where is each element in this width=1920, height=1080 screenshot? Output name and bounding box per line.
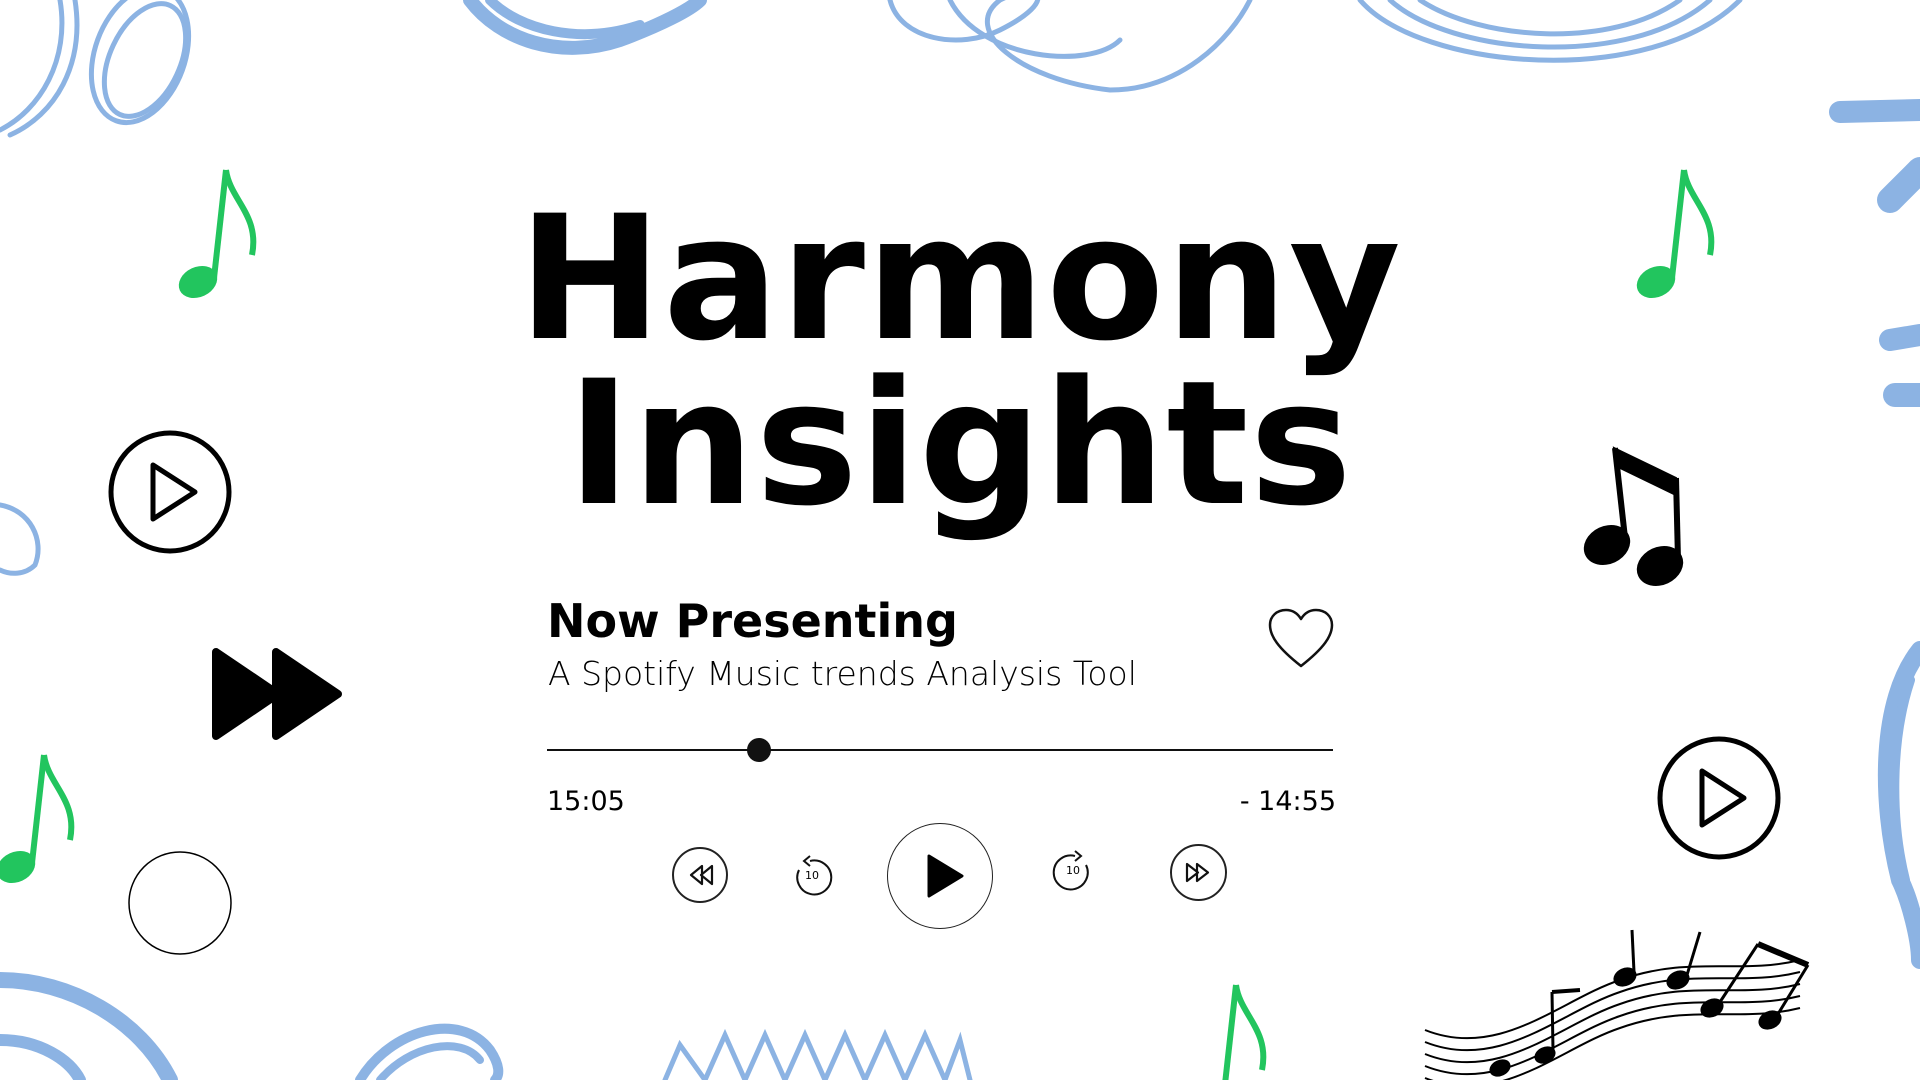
green-note-icon bbox=[0, 754, 75, 884]
progress-track[interactable] bbox=[547, 738, 1333, 762]
empty-circle-decor bbox=[128, 851, 232, 955]
forward-10-button[interactable]: 10 bbox=[1050, 848, 1096, 894]
scribble-top-right-arcs bbox=[1357, 0, 1743, 63]
rewind-icon bbox=[689, 864, 714, 886]
replay-10-button[interactable]: 10 bbox=[789, 853, 835, 899]
forward-10-label: 10 bbox=[1066, 864, 1080, 877]
scribble-top-left bbox=[0, 0, 65, 133]
play-circle-icon bbox=[1657, 736, 1781, 860]
replay-10-label: 10 bbox=[805, 869, 819, 882]
scribble-right-edge bbox=[1829, 99, 1920, 123]
scribble-top-loops bbox=[887, 0, 1253, 93]
fast-forward-decor-icon bbox=[212, 648, 342, 740]
play-icon bbox=[927, 854, 963, 897]
player-subtitle: A Spotify Music trends Analysis Tool bbox=[548, 654, 1137, 693]
play-button[interactable] bbox=[887, 823, 993, 929]
music-staff-icon bbox=[1424, 929, 1810, 1080]
elapsed-time: 15:05 bbox=[547, 786, 625, 817]
now-presenting-heading: Now Presenting bbox=[547, 594, 958, 648]
remaining-time: - 14:55 bbox=[1239, 786, 1336, 817]
title-line-2: Insights bbox=[567, 343, 1353, 544]
rewind-button[interactable] bbox=[672, 847, 728, 903]
fast-forward-icon bbox=[1185, 862, 1210, 883]
green-note-icon bbox=[1222, 984, 1267, 1080]
title-line-1: Harmony bbox=[518, 178, 1402, 379]
scribble-bottom-left bbox=[0, 972, 178, 1080]
fast-forward-button[interactable] bbox=[1170, 844, 1227, 901]
heart-icon[interactable] bbox=[1268, 608, 1334, 670]
scribble-bottom-zigzag bbox=[662, 1028, 973, 1080]
